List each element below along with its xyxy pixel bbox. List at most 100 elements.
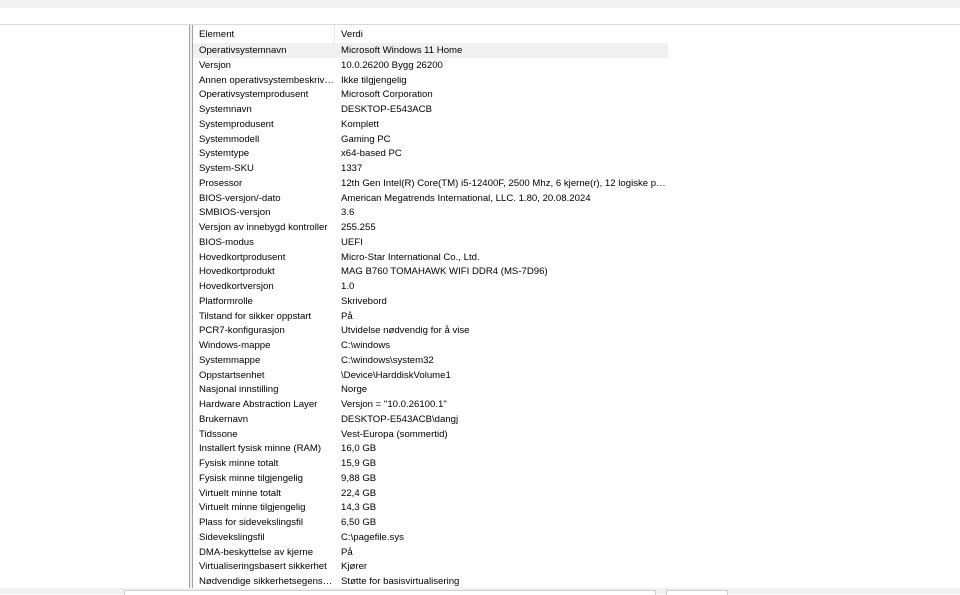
row-value-cell: 22,4 GB (341, 487, 377, 499)
table-row[interactable]: Sidevekslingsfil C:\pagefile.sys (193, 530, 668, 545)
row-value-cell: Utvidelse nødvendig for å vise (341, 325, 470, 337)
row-value-cell: På (341, 310, 353, 322)
table-row[interactable]: Virtualiseringsbasert sikkerhet Kjører (193, 559, 668, 574)
row-element-cell: Windows-mappe (199, 340, 271, 351)
row-value-cell: 10.0.26200 Bygg 26200 (341, 59, 443, 71)
row-element-cell: BIOS-versjon/-dato (199, 192, 281, 204)
row-element-cell: Brukernavn (199, 413, 249, 425)
row-value-cell: DESKTOP-E543ACB\dangj (341, 413, 459, 425)
table-row[interactable]: Installert fysisk minne (RAM) 16,0 GB (193, 441, 668, 456)
row-value-cell: C:\windows (341, 340, 391, 351)
row-value-cell: UEFI (341, 236, 363, 248)
row-element-cell: Operativsystemnavn (199, 45, 287, 56)
table-row[interactable]: Nødvendige sikkerhetsegenskaper Støtte fo… (193, 574, 668, 588)
row-value-cell: Kjører (341, 561, 368, 573)
table-row[interactable]: Operativsystemprodusent Microsoft Corpora… (193, 87, 668, 102)
row-value-cell: Vest-Europa (sommertid) (341, 428, 448, 440)
row-element-cell: Tidssone (199, 428, 238, 440)
row-element-cell: Prosessor (199, 177, 243, 189)
row-element-cell: Fysisk minne totalt (199, 458, 279, 469)
row-value-cell: 1337 (341, 163, 363, 174)
row-element-cell: Hardware Abstraction Layer (199, 399, 318, 410)
table-row[interactable]: Platformrolle Skrivebord (193, 294, 668, 309)
row-value-cell: Ikke tilgjengelig (341, 74, 407, 86)
row-value-cell: På (341, 546, 353, 558)
table-row[interactable]: Versjon 10.0.26200 Bygg 26200 (193, 58, 668, 73)
table-row[interactable]: Systemmodell Gaming PC (193, 132, 668, 147)
row-value-cell: American Megatrends International, LLC. … (341, 192, 591, 204)
row-element-cell: BIOS-modus (199, 236, 254, 248)
row-value-cell: 9,88 GB (341, 472, 377, 484)
row-value-cell: 16,0 GB (341, 443, 377, 455)
details-list-pane[interactable]: Element Verdi Operativsystemnavn Microsof… (192, 25, 960, 588)
table-row[interactable]: Fysisk minne totalt 15,9 GB (193, 456, 668, 471)
row-value-cell: Microsoft Corporation (341, 89, 433, 101)
table-row[interactable]: BIOS-versjon/-dato American Megatrends In… (193, 191, 668, 206)
table-row[interactable]: Windows-mappe C:\windows (193, 338, 668, 353)
row-element-cell: Sidevekslingsfil (199, 531, 265, 543)
row-element-cell: Systemnavn (199, 104, 252, 115)
row-element-cell: Virtuelt minne tilgjengelig (199, 502, 306, 514)
column-header-element[interactable]: Element (193, 25, 335, 43)
row-element-cell: Hovedkortprodukt (199, 266, 275, 278)
row-element-cell: Systemmodell (199, 133, 260, 145)
table-row[interactable]: SMBIOS-versjon 3.6 (193, 205, 668, 220)
row-value-cell: C:\windows\system32 (341, 354, 434, 366)
table-row[interactable]: BIOS-modus UEFI (193, 235, 668, 250)
table-row[interactable]: Hovedkortversjon 1.0 (193, 279, 668, 294)
row-element-cell: Versjon av innebygd kontroller (199, 222, 328, 233)
row-element-cell: DMA-beskyttelse av kjerne (199, 546, 314, 558)
table-row[interactable]: Prosessor 12th Gen Intel(R) Core(TM) i5-1… (193, 176, 668, 191)
row-value-cell: C:\pagefile.sys (341, 531, 404, 543)
table-row[interactable]: Operativsystemnavn Microsoft Windows 11 H… (193, 43, 668, 58)
table-row[interactable]: PCR7-konfigurasjon Utvidelse nødvendig fo… (193, 323, 668, 338)
row-value-cell: 6,50 GB (341, 517, 377, 528)
row-value-cell: 12th Gen Intel(R) Core(TM) i5-12400F, 25… (341, 177, 668, 189)
row-element-cell: Operativsystemprodusent (199, 89, 309, 101)
table-row[interactable]: Tidssone Vest-Europa (sommertid) (193, 427, 668, 442)
table-row[interactable]: Virtuelt minne tilgjengelig 14,3 GB (193, 500, 668, 515)
table-row[interactable]: Annen operativsystembeskrivelse Ikke tilg… (193, 73, 668, 88)
row-element-cell: PCR7-konfigurasjon (199, 325, 285, 337)
table-row[interactable]: Hardware Abstraction Layer Versjon = "10.… (193, 397, 668, 412)
row-value-cell: 15,9 GB (341, 458, 377, 469)
table-row[interactable]: Brukernavn DESKTOP-E543ACB\dangj (193, 412, 668, 427)
row-element-cell: Hovedkortprodusent (199, 251, 286, 263)
table-row[interactable]: Hovedkortprodukt MAG B760 TOMAHAWK WIFI D… (193, 264, 668, 279)
table-row[interactable]: Systemprodusent Komplett (193, 117, 668, 132)
row-value-cell: x64-based PC (341, 148, 402, 160)
table-row[interactable]: Hovedkortprodusent Micro-Star Internation… (193, 250, 668, 265)
row-element-cell: Nødvendige sikkerhetsegenskaper (199, 576, 335, 587)
row-element-cell: Systemtype (199, 148, 250, 160)
row-element-cell: Oppstartsenhet (199, 369, 265, 381)
row-value-cell: Norge (341, 384, 368, 396)
table-row[interactable]: Systemmappe C:\windows\system32 (193, 353, 668, 368)
row-element-cell: Versjon (199, 59, 231, 71)
list-header: Element Verdi (193, 25, 668, 44)
row-element-cell: System-SKU (199, 163, 254, 174)
row-element-cell: Fysisk minne tilgjengelig (199, 472, 303, 484)
row-value-cell: 255.255 (341, 222, 376, 233)
table-row[interactable]: Systemnavn DESKTOP-E543ACB (193, 102, 668, 117)
table-row[interactable]: Versjon av innebygd kontroller 255.255 (193, 220, 668, 235)
table-row[interactable]: Plass for sidevekslingsfil 6,50 GB (193, 515, 668, 530)
table-row[interactable]: System-SKU 1337 (193, 161, 668, 176)
find-button[interactable] (666, 590, 728, 595)
table-row[interactable]: Oppstartsenhet \Device\HarddiskVolume1 (193, 368, 668, 383)
find-what-input[interactable] (124, 590, 656, 595)
row-value-cell: Komplett (341, 118, 379, 130)
category-tree-pane[interactable] (0, 25, 190, 594)
row-element-cell: Hovedkortversjon (199, 281, 274, 292)
table-row[interactable]: Systemtype x64-based PC (193, 146, 668, 161)
table-row[interactable]: Tilstand for sikker oppstart På (193, 309, 668, 324)
table-row[interactable]: DMA-beskyttelse av kjerne På (193, 545, 668, 560)
table-row[interactable]: Fysisk minne tilgjengelig 9,88 GB (193, 471, 668, 486)
row-element-cell: Systemprodusent (199, 118, 274, 130)
row-value-cell: Microsoft Windows 11 Home (341, 45, 463, 56)
row-element-cell: Installert fysisk minne (RAM) (199, 443, 322, 455)
row-value-cell: 1.0 (341, 281, 355, 292)
table-row[interactable]: Nasjonal innstilling Norge (193, 382, 668, 397)
column-header-value[interactable]: Verdi (335, 25, 668, 43)
table-row[interactable]: Virtuelt minne totalt 22,4 GB (193, 486, 668, 501)
row-element-cell: Virtualiseringsbasert sikkerhet (199, 561, 327, 573)
